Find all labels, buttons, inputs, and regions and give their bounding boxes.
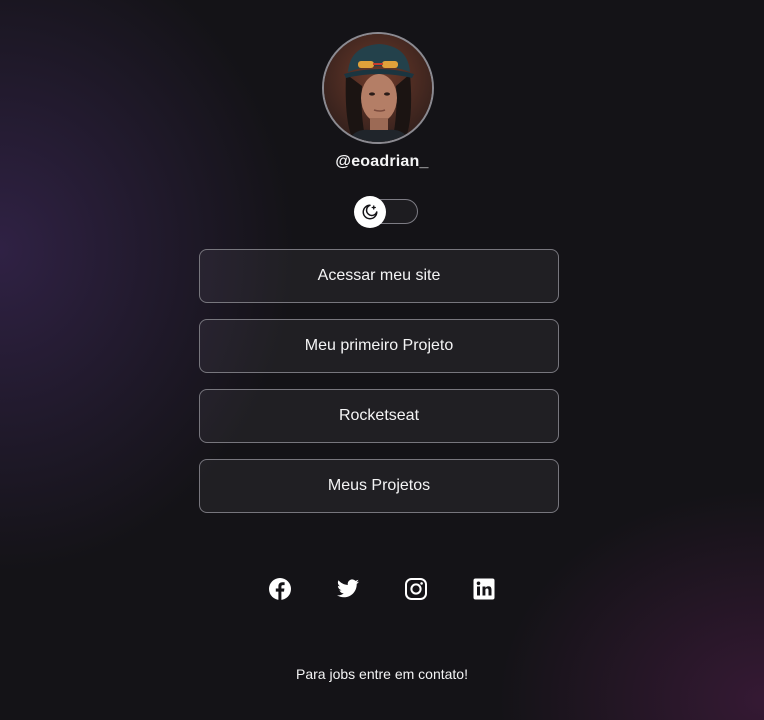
theme-toggle-knob[interactable] [354, 196, 386, 228]
linkedin-icon [473, 578, 495, 600]
avatar [322, 32, 434, 144]
instagram-icon [405, 578, 427, 600]
profile-page: @eoadrian_ Acessar meu site Meu primeiro… [0, 0, 764, 720]
link-button-site[interactable]: Acessar meu site [199, 249, 559, 303]
link-button-first-project[interactable]: Meu primeiro Projeto [199, 319, 559, 373]
link-button-projects[interactable]: Meus Projetos [199, 459, 559, 513]
username: @eoadrian_ [335, 153, 429, 170]
twitter-link[interactable] [336, 577, 360, 601]
list-item: Rocketseat [199, 389, 559, 443]
avatar-photo [324, 34, 432, 142]
facebook-link[interactable] [268, 577, 292, 601]
twitter-icon [337, 579, 359, 598]
list-item: Meu primeiro Projeto [199, 319, 559, 373]
instagram-link[interactable] [404, 577, 428, 601]
facebook-icon [269, 578, 291, 600]
theme-toggle-switch[interactable] [354, 196, 418, 228]
link-button-rocketseat[interactable]: Rocketseat [199, 389, 559, 443]
list-item: Acessar meu site [199, 249, 559, 303]
linkedin-link[interactable] [472, 577, 496, 601]
social-links [0, 577, 764, 601]
link-list: Acessar meu site Meu primeiro Projeto Ro… [199, 249, 559, 529]
list-item: Meus Projetos [199, 459, 559, 513]
moon-stars-icon [362, 204, 378, 220]
footer-text: Para jobs entre em contato! [296, 666, 468, 682]
